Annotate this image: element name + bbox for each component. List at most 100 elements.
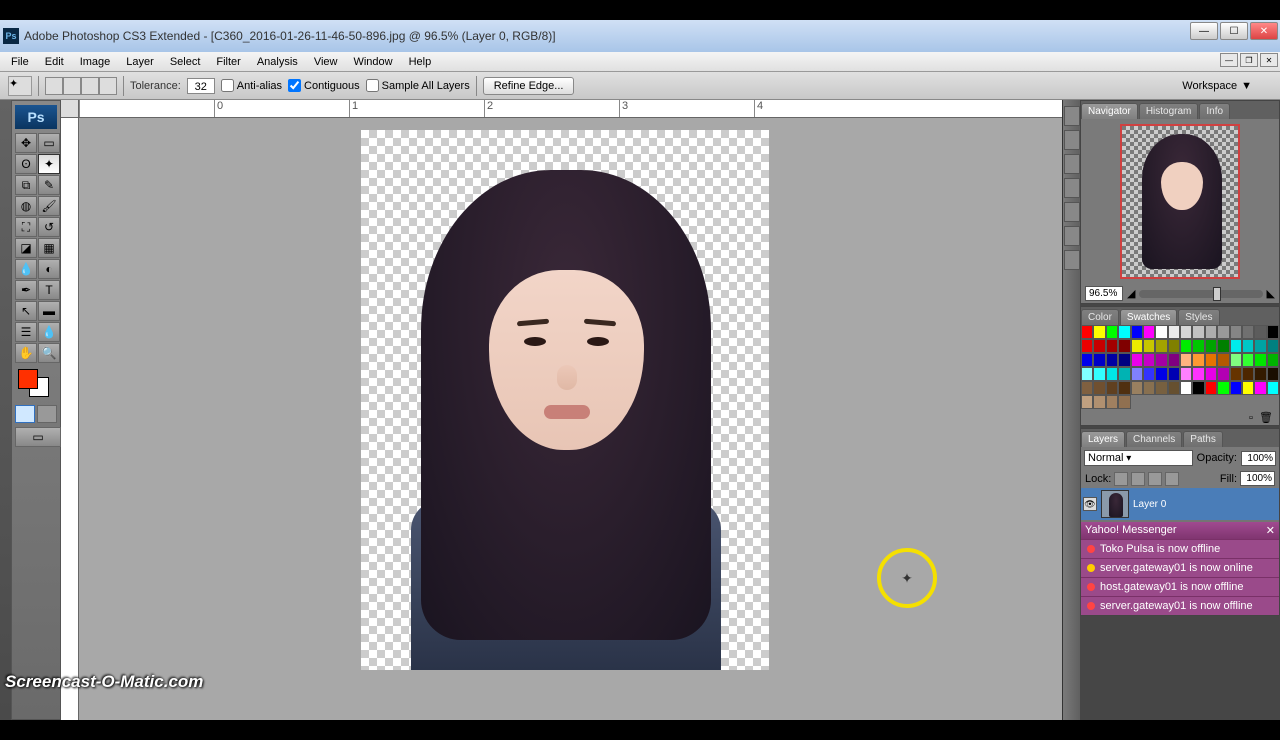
gradient-tool[interactable]: ▦ (38, 238, 60, 258)
swatch[interactable] (1192, 339, 1204, 353)
swatch[interactable] (1093, 395, 1105, 409)
visibility-icon[interactable]: 👁 (1083, 497, 1097, 511)
swatches-tab[interactable]: Swatches (1120, 309, 1177, 325)
mini-tab-6[interactable] (1064, 226, 1080, 246)
menu-layer[interactable]: Layer (118, 54, 162, 70)
layers-tab[interactable]: Layers (1081, 431, 1125, 447)
menu-filter[interactable]: Filter (208, 54, 248, 70)
current-tool-icon[interactable]: ✦ (8, 76, 32, 96)
swatch[interactable] (1180, 381, 1192, 395)
swatch[interactable] (1118, 381, 1130, 395)
swatch[interactable] (1143, 367, 1155, 381)
swatch[interactable] (1205, 381, 1217, 395)
delete-swatch-icon[interactable]: 🗑 (1259, 412, 1273, 424)
swatch[interactable] (1131, 325, 1143, 339)
swatch[interactable] (1205, 353, 1217, 367)
type-tool[interactable]: T (38, 280, 60, 300)
swatch[interactable] (1217, 381, 1229, 395)
swatch[interactable] (1242, 339, 1254, 353)
swatch[interactable] (1081, 381, 1093, 395)
swatch[interactable] (1155, 353, 1167, 367)
mini-tab-3[interactable] (1064, 154, 1080, 174)
swatch[interactable] (1118, 367, 1130, 381)
swatch[interactable] (1242, 353, 1254, 367)
minimize-button[interactable]: — (1190, 22, 1218, 40)
brush-tool[interactable]: 🖌 (38, 196, 60, 216)
swatch[interactable] (1254, 353, 1266, 367)
marquee-tool[interactable]: ▭ (38, 133, 60, 153)
layer-thumbnail[interactable] (1101, 490, 1129, 518)
zoom-slider[interactable] (1139, 290, 1262, 298)
swatch[interactable] (1106, 381, 1118, 395)
menu-edit[interactable]: Edit (37, 54, 72, 70)
swatch[interactable] (1254, 325, 1266, 339)
blend-mode-select[interactable]: Normal ▾ (1084, 450, 1193, 466)
color-swatches[interactable] (15, 369, 57, 397)
lock-all-icon[interactable] (1165, 472, 1179, 486)
swatch[interactable] (1254, 381, 1266, 395)
swatch[interactable] (1267, 381, 1279, 395)
swatch[interactable] (1118, 339, 1130, 353)
swatch[interactable] (1118, 325, 1130, 339)
canvas-area[interactable]: 0 1 2 3 4 ✦ (61, 100, 1062, 720)
swatch[interactable] (1131, 381, 1143, 395)
swatch[interactable] (1192, 325, 1204, 339)
messenger-close-icon[interactable]: ✕ (1266, 524, 1275, 537)
swatch[interactable] (1205, 325, 1217, 339)
swatch-grid[interactable] (1081, 325, 1279, 409)
swatch[interactable] (1081, 353, 1093, 367)
zoom-tool[interactable]: 🔍 (38, 343, 60, 363)
navigator-thumbnail[interactable] (1120, 124, 1240, 279)
swatch[interactable] (1205, 395, 1217, 409)
notes-tool[interactable]: ☰ (15, 322, 37, 342)
workspace-button[interactable]: Workspace ▼ (1174, 78, 1260, 94)
menu-select[interactable]: Select (162, 54, 209, 70)
eyedropper-tool[interactable]: 💧 (38, 322, 60, 342)
swatch[interactable] (1155, 367, 1167, 381)
swatch[interactable] (1230, 325, 1242, 339)
swatch[interactable] (1180, 395, 1192, 409)
swatch[interactable] (1168, 381, 1180, 395)
eraser-tool[interactable]: ◪ (15, 238, 37, 258)
swatch[interactable] (1106, 339, 1118, 353)
swatch[interactable] (1254, 395, 1266, 409)
doc-close-button[interactable]: ✕ (1260, 53, 1278, 67)
quick-mask-off[interactable] (15, 405, 35, 423)
swatch[interactable] (1093, 367, 1105, 381)
swatch[interactable] (1267, 325, 1279, 339)
history-brush-tool[interactable]: ↺ (38, 217, 60, 237)
quick-mask-on[interactable] (37, 405, 57, 423)
menu-file[interactable]: File (3, 54, 37, 70)
fill-value[interactable]: 100% (1240, 471, 1275, 486)
mini-tab-7[interactable] (1064, 250, 1080, 270)
swatch[interactable] (1143, 325, 1155, 339)
swatch[interactable] (1217, 353, 1229, 367)
screen-mode-button[interactable]: ▭ (15, 427, 61, 447)
move-tool[interactable]: ✥ (15, 133, 37, 153)
doc-minimize-button[interactable]: — (1220, 53, 1238, 67)
swatch[interactable] (1242, 381, 1254, 395)
lock-transparency-icon[interactable] (1114, 472, 1128, 486)
menu-image[interactable]: Image (72, 54, 119, 70)
swatch[interactable] (1267, 395, 1279, 409)
swatch[interactable] (1093, 353, 1105, 367)
swatch[interactable] (1131, 367, 1143, 381)
stamp-tool[interactable]: ⛶ (15, 217, 37, 237)
swatch[interactable] (1093, 339, 1105, 353)
crop-tool[interactable]: ⧉ (15, 175, 37, 195)
swatch[interactable] (1192, 353, 1204, 367)
swatch[interactable] (1230, 367, 1242, 381)
swatch[interactable] (1192, 367, 1204, 381)
swatch[interactable] (1217, 339, 1229, 353)
swatch[interactable] (1254, 367, 1266, 381)
swatch[interactable] (1217, 367, 1229, 381)
swatch[interactable] (1192, 381, 1204, 395)
swatch[interactable] (1180, 325, 1192, 339)
swatch[interactable] (1131, 339, 1143, 353)
mini-tab-5[interactable] (1064, 202, 1080, 222)
swatch[interactable] (1230, 353, 1242, 367)
swatch[interactable] (1217, 395, 1229, 409)
swatch[interactable] (1230, 395, 1242, 409)
swatch[interactable] (1217, 325, 1229, 339)
lock-position-icon[interactable] (1148, 472, 1162, 486)
